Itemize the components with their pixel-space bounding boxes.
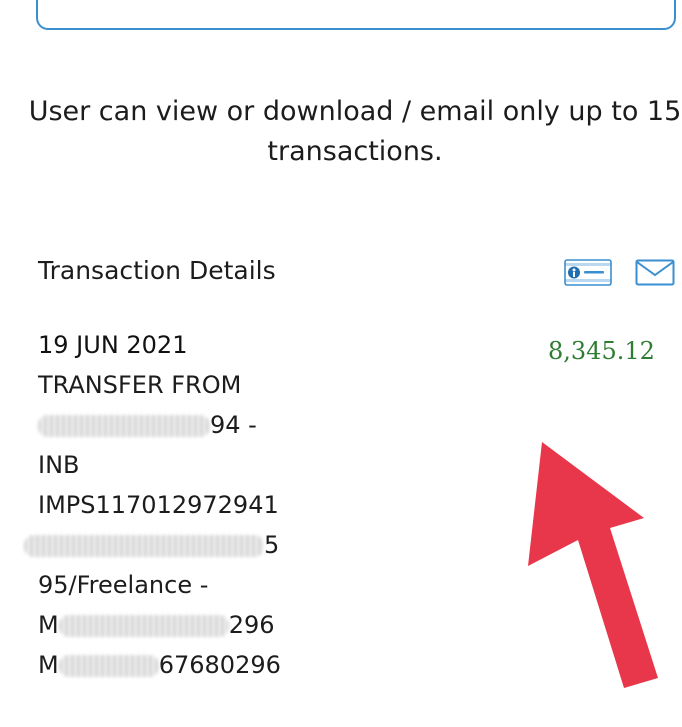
- transaction-description-line-6: 95/Freelance -: [38, 571, 209, 599]
- mail-icon[interactable]: [635, 259, 675, 286]
- redacted-text: [58, 655, 159, 677]
- transaction-description-line-5: 5: [24, 525, 281, 565]
- notice-line-1: User can view or download / email only u…: [28, 96, 682, 127]
- transaction-amount: 8,345.12: [548, 337, 655, 365]
- transactions-limit-notice: User can view or download / email only u…: [0, 92, 682, 172]
- redacted-text: [38, 415, 210, 437]
- notice-line-2: transactions.: [267, 136, 443, 167]
- desc-line-8-head: M: [38, 651, 59, 679]
- transaction-date: 19 JUN 2021: [38, 331, 188, 359]
- desc-line-7-text: 296: [228, 611, 275, 639]
- desc-line-5-text: 5: [264, 531, 280, 559]
- desc-line-2-text: 94 -: [210, 411, 257, 439]
- section-title: Transaction Details: [38, 256, 276, 285]
- redacted-text: [58, 615, 229, 637]
- desc-line-7-head: M: [38, 611, 59, 639]
- redacted-text: [24, 535, 264, 557]
- search-field-box[interactable]: [36, 0, 676, 30]
- transaction-details[interactable]: 19 JUN 2021 TRANSFER FROM 94 - INB IMPS1…: [24, 325, 281, 685]
- transaction-description-line-7: M 296: [38, 605, 281, 645]
- transaction-description-line-1: TRANSFER FROM: [38, 371, 242, 399]
- statement-card-icon[interactable]: [564, 259, 612, 286]
- transaction-description-line-2: 94 -: [38, 405, 281, 445]
- arrow-pointer-icon: [528, 442, 658, 688]
- transaction-description-line-8: M 67680296: [38, 645, 281, 685]
- desc-line-8-text: 67680296: [158, 651, 281, 679]
- transaction-description-line-3: INB: [38, 451, 80, 479]
- transaction-description-line-4: IMPS117012972941: [38, 491, 279, 519]
